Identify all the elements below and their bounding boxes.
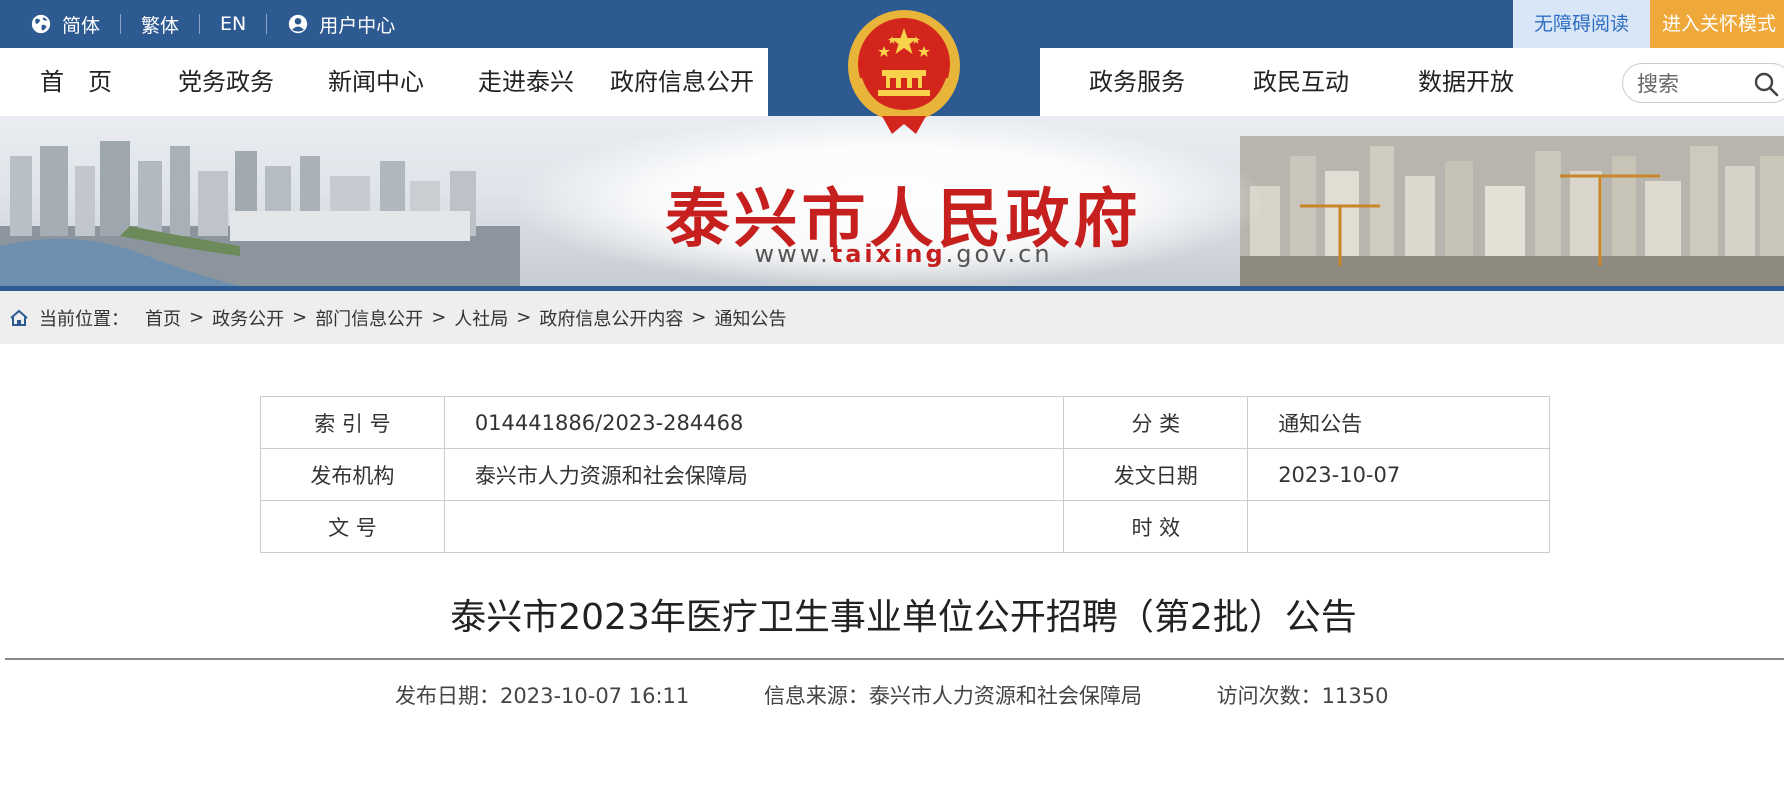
lang-en-label: EN [220, 13, 247, 35]
publish-date: 发布日期：2023-10-07 16:11 [395, 684, 690, 708]
divider [120, 14, 122, 34]
breadcrumb-separator: > [431, 307, 447, 328]
breadcrumb-link-home[interactable]: 首页 [145, 305, 181, 331]
issue-date-label: 发文日期 [1063, 448, 1249, 501]
category-label: 分 类 [1063, 396, 1249, 449]
banner: 泰兴市人民政府 www.taixing.gov.cn [0, 116, 1784, 286]
nav-item-home[interactable]: 首 页 [40, 48, 112, 116]
nav-item-interaction[interactable]: 政民互动 [1253, 48, 1349, 116]
info-source: 信息来源：泰兴市人力资源和社会保障局 [763, 684, 1142, 708]
validity-label: 时 效 [1063, 500, 1249, 553]
breadcrumb-separator: > [516, 307, 532, 328]
nav-item-about[interactable]: 走进泰兴 [478, 48, 574, 116]
lang-simplified-link[interactable]: 简体 [30, 11, 100, 38]
breadcrumb-link-notices[interactable]: 通知公告 [714, 305, 786, 331]
nav-item-open-data[interactable]: 数据开放 [1418, 48, 1514, 116]
divider [266, 14, 268, 34]
national-emblem-icon[interactable] [846, 8, 962, 136]
breadcrumb-link-info-content[interactable]: 政府信息公开内容 [539, 305, 683, 331]
user-center-link[interactable]: 用户中心 [287, 11, 395, 38]
validity-value [1247, 500, 1550, 553]
site-url-suffix: .gov.cn [945, 240, 1053, 268]
divider [199, 14, 201, 34]
table-row: 文 号 时 效 [260, 500, 1550, 553]
breadcrumb: 当前位置： 首页 > 政务公开 > 部门信息公开 > 人社局 > 政府信息公开内… [0, 291, 1784, 344]
lang-traditional-link[interactable]: 繁体 [141, 11, 179, 38]
issue-date-value: 2023-10-07 [1247, 448, 1550, 501]
user-icon [289, 14, 308, 34]
search-icon[interactable] [1753, 71, 1779, 97]
globe-icon [31, 14, 51, 34]
breadcrumb-link-dept-info[interactable]: 部门信息公开 [315, 305, 423, 331]
table-row: 发布机构 泰兴市人力资源和社会保障局 发文日期 2023-10-07 [260, 448, 1550, 501]
breadcrumb-link-hr-bureau[interactable]: 人社局 [454, 305, 508, 331]
lang-en-link[interactable]: EN [220, 13, 246, 35]
nav-item-party-affairs[interactable]: 党务政务 [178, 48, 274, 116]
category-value: 通知公告 [1247, 396, 1550, 449]
search-box [1622, 63, 1784, 103]
nav-item-gov-info[interactable]: 政府信息公开 [610, 48, 754, 116]
breadcrumb-separator: > [691, 307, 707, 328]
breadcrumb-label: 当前位置： [39, 308, 129, 330]
doc-number-label: 文 号 [260, 500, 445, 553]
language-switcher: 简体 繁体 EN 用户中心 [30, 0, 395, 48]
view-count: 访问次数：11350 [1216, 684, 1389, 708]
home-icon [10, 309, 28, 326]
title-divider [5, 658, 1784, 660]
site-url: www.taixing.gov.cn [0, 240, 1784, 268]
index-label: 索 引 号 [260, 396, 445, 449]
table-row: 索 引 号 014441886/2023-284468 分 类 通知公告 [260, 396, 1550, 449]
breadcrumb-link-gov-affairs[interactable]: 政务公开 [212, 305, 284, 331]
accessible-reading-button[interactable]: 无障碍阅读 [1513, 0, 1650, 48]
index-value: 014441886/2023-284468 [443, 396, 1065, 449]
breadcrumb-separator: > [189, 307, 205, 328]
nav-item-gov-service[interactable]: 政务服务 [1089, 48, 1185, 116]
user-center-label: 用户中心 [319, 14, 396, 37]
publisher-label: 发布机构 [260, 448, 445, 501]
care-mode-button[interactable]: 进入关怀模式 [1650, 0, 1784, 48]
article-info: 发布日期：2023-10-07 16:11 信息来源：泰兴市人力资源和社会保障局… [395, 680, 1456, 710]
document-meta-table: 索 引 号 014441886/2023-284468 分 类 通知公告 发布机… [260, 396, 1550, 553]
breadcrumb-separator: > [292, 307, 308, 328]
site-url-prefix: www. [754, 240, 831, 268]
lang-traditional-label: 繁体 [141, 14, 180, 37]
publisher-value: 泰兴市人力资源和社会保障局 [443, 448, 1065, 501]
lang-simplified-label: 简体 [62, 14, 101, 37]
search-input[interactable] [1635, 70, 1749, 98]
nav-item-news[interactable]: 新闻中心 [328, 48, 424, 116]
site-url-highlight: taixing [830, 240, 946, 268]
article-title: 泰兴市2023年医疗卫生事业单位公开招聘（第2批）公告 [450, 597, 1357, 638]
doc-number-value [443, 500, 1065, 553]
